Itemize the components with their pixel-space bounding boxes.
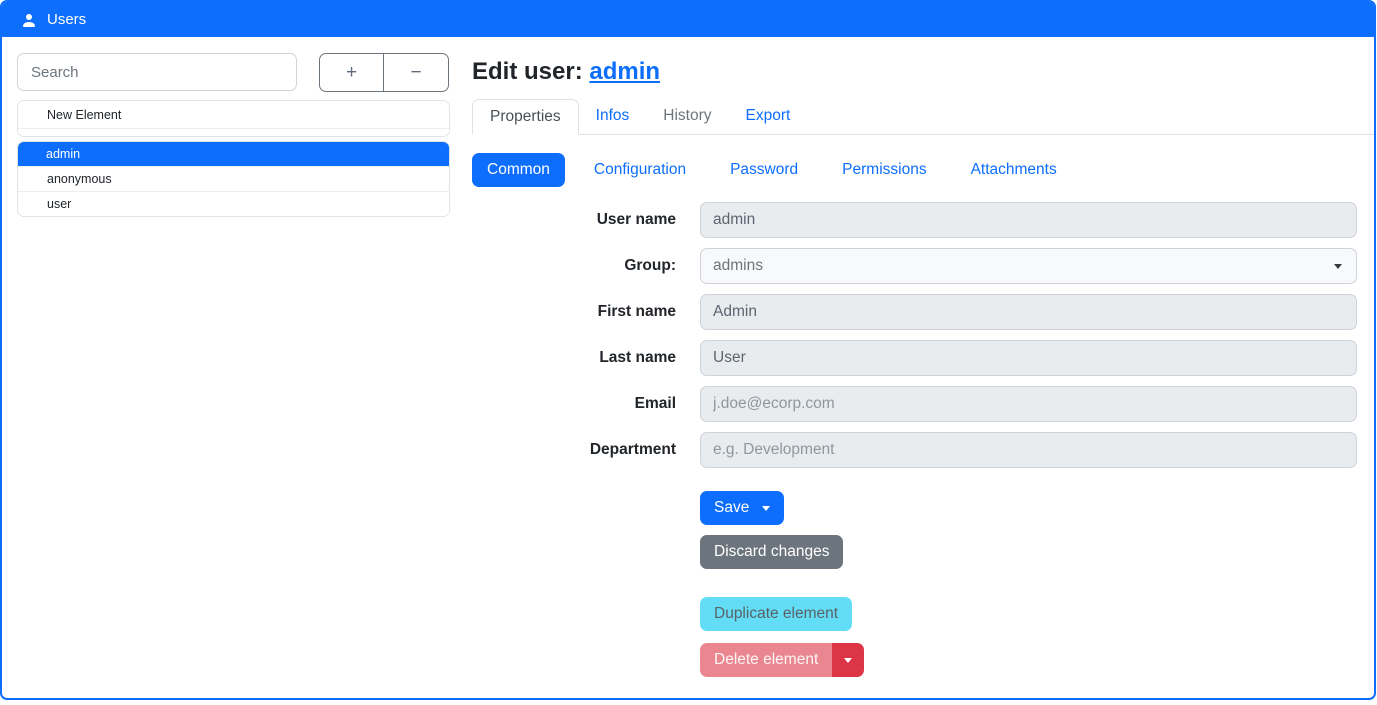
- main-panel: Edit user: admin Properties Infos Histor…: [462, 37, 1374, 700]
- group-select[interactable]: admins: [700, 248, 1357, 284]
- tab-history: History: [646, 99, 728, 135]
- person-icon: [21, 12, 37, 28]
- department-label: Department: [472, 441, 676, 459]
- form-row-group: Group: admins: [472, 248, 1357, 284]
- caret-down-icon: [762, 506, 770, 511]
- list-item-label: admin: [46, 147, 80, 161]
- app-title: Users: [47, 11, 86, 28]
- new-element-list: New Element: [17, 100, 450, 137]
- discard-changes-button[interactable]: Discard changes: [700, 535, 843, 569]
- tab-export[interactable]: Export: [729, 99, 808, 135]
- sub-tab-pills: Common Configuration Password Permission…: [472, 153, 1374, 187]
- app-header: Users: [2, 2, 1374, 37]
- group-select-value: admins: [713, 257, 763, 275]
- list-item-admin[interactable]: admin: [17, 142, 450, 166]
- list-add-remove-group: + −: [319, 53, 449, 92]
- form-row-department: Department: [472, 432, 1357, 468]
- sidebar: + − New Element admin anonymous user: [2, 37, 462, 700]
- list-item-label: anonymous: [47, 172, 112, 186]
- username-input[interactable]: [700, 202, 1357, 238]
- tab-infos[interactable]: Infos: [579, 99, 647, 135]
- user-form: User name Group: admins First name Last …: [472, 202, 1374, 468]
- tab-properties[interactable]: Properties: [472, 99, 579, 135]
- action-buttons: Save Discard changes Duplicate element D…: [700, 478, 1374, 677]
- form-row-lastname: Last name: [472, 340, 1357, 376]
- save-button-label: Save: [714, 499, 749, 517]
- lastname-label: Last name: [472, 349, 676, 367]
- page-title-prefix: Edit user:: [472, 58, 583, 85]
- list-item-user[interactable]: user: [18, 191, 449, 216]
- remove-element-button[interactable]: −: [384, 53, 449, 92]
- app-window: Users + − New Element admin: [0, 0, 1376, 700]
- form-row-username: User name: [472, 202, 1357, 238]
- caret-down-icon: [1334, 264, 1342, 269]
- tab-bar: Properties Infos History Export: [472, 99, 1374, 135]
- pill-attachments[interactable]: Attachments: [956, 153, 1072, 187]
- duplicate-element-button: Duplicate element: [700, 597, 852, 631]
- caret-down-icon: [844, 658, 852, 663]
- form-row-firstname: First name: [472, 294, 1357, 330]
- edited-user-link[interactable]: admin: [589, 58, 660, 85]
- form-row-email: Email: [472, 386, 1357, 422]
- list-item-empty[interactable]: [18, 128, 449, 136]
- add-element-button[interactable]: +: [319, 53, 384, 92]
- delete-element-button: Delete element: [700, 643, 832, 677]
- list-item-label: user: [47, 197, 71, 211]
- lastname-input[interactable]: [700, 340, 1357, 376]
- user-list: admin anonymous user: [17, 141, 450, 217]
- pill-configuration[interactable]: Configuration: [579, 153, 701, 187]
- department-field[interactable]: [700, 432, 1357, 468]
- list-item-new-element[interactable]: New Element: [18, 101, 449, 128]
- firstname-label: First name: [472, 303, 676, 321]
- username-label: User name: [472, 211, 676, 229]
- email-field[interactable]: [700, 386, 1357, 422]
- delete-dropdown-toggle[interactable]: [832, 643, 864, 677]
- save-button[interactable]: Save: [700, 491, 784, 525]
- delete-split-button: Delete element: [700, 643, 864, 677]
- search-input[interactable]: [17, 53, 297, 91]
- list-item-label: New Element: [47, 108, 121, 122]
- email-label: Email: [472, 395, 676, 413]
- pill-password[interactable]: Password: [715, 153, 813, 187]
- pill-common[interactable]: Common: [472, 153, 565, 187]
- firstname-input[interactable]: [700, 294, 1357, 330]
- pill-permissions[interactable]: Permissions: [827, 153, 941, 187]
- list-item-anonymous[interactable]: anonymous: [18, 166, 449, 191]
- group-label: Group:: [472, 257, 676, 275]
- page-title: Edit user: admin: [472, 58, 1374, 86]
